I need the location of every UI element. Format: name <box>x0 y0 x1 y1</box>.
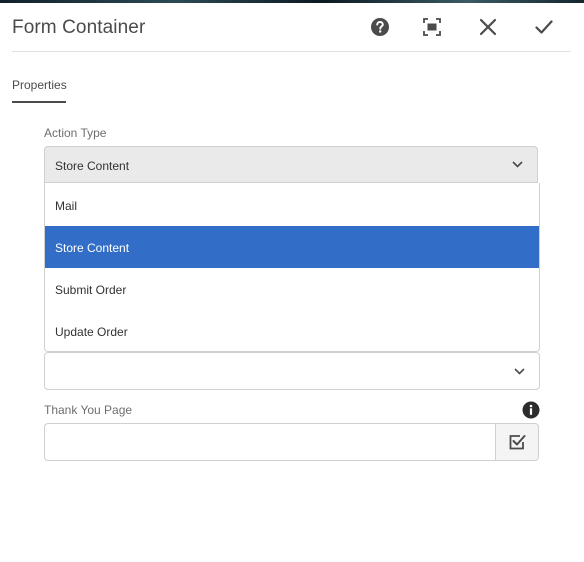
dialog-header: Form Container <box>0 3 584 52</box>
option-label: Store Content <box>55 241 130 255</box>
action-type-select[interactable]: Store Content <box>44 146 538 183</box>
option-label: Mail <box>55 199 78 213</box>
option-label: Submit Order <box>55 283 127 297</box>
thank-you-page-input[interactable] <box>44 423 496 461</box>
tab-properties[interactable]: Properties <box>12 78 67 103</box>
done-button[interactable] <box>531 14 557 40</box>
thank-you-page-label: Thank You Page <box>44 403 133 417</box>
info-icon[interactable] <box>522 401 540 419</box>
action-type-label: Action Type <box>44 126 107 140</box>
active-tab-indicator <box>12 101 66 103</box>
chevron-down-icon <box>514 368 525 375</box>
action-type-value: Store Content <box>55 159 130 173</box>
option-label: Update Order <box>55 325 128 339</box>
checkmark-icon <box>535 20 553 34</box>
path-browser-button[interactable] <box>495 423 539 461</box>
header-divider <box>12 51 571 52</box>
option-store-content[interactable]: Store Content <box>45 226 539 268</box>
close-button[interactable] <box>475 14 501 40</box>
action-type-dropdown: Mail Store Content Submit Order Update O… <box>44 183 540 352</box>
fullscreen-icon <box>423 18 441 36</box>
help-icon <box>371 18 389 36</box>
help-button[interactable] <box>367 14 393 40</box>
secondary-select[interactable] <box>44 352 540 390</box>
chevron-down-icon <box>512 161 523 168</box>
option-update-order[interactable]: Update Order <box>45 310 539 352</box>
option-submit-order[interactable]: Submit Order <box>45 268 539 310</box>
dialog-title: Form Container <box>12 17 146 38</box>
fullscreen-button[interactable] <box>419 14 445 40</box>
close-icon <box>479 18 497 36</box>
option-mail[interactable]: Mail <box>45 184 539 226</box>
path-browser-icon <box>509 435 525 450</box>
